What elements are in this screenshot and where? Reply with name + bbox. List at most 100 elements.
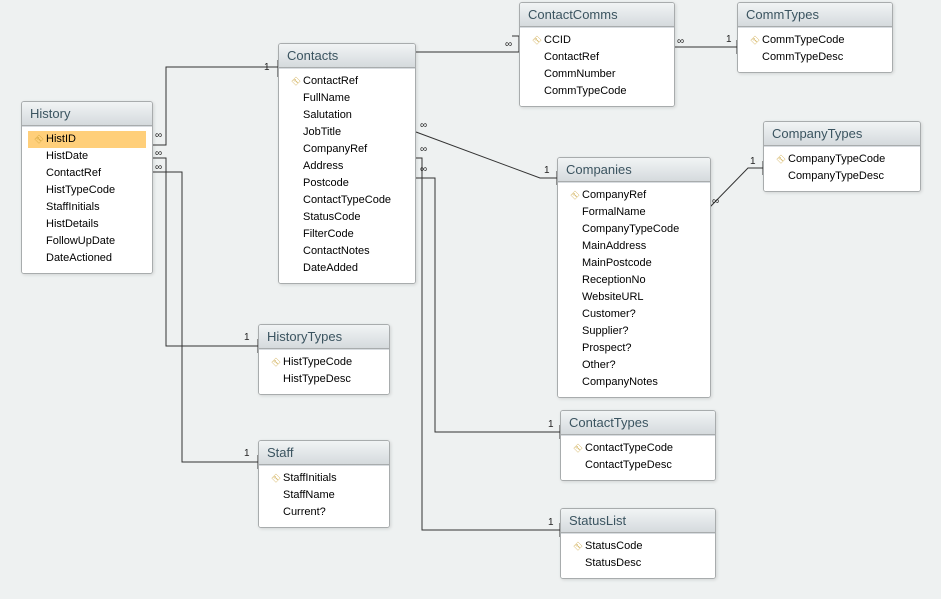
field-list: ⚿CompanyRefFormalNameCompanyTypeCodeMain… (558, 182, 710, 397)
table-title: HistoryTypes (259, 325, 389, 349)
key-icon: ⚿ (32, 132, 46, 147)
table-commtypes[interactable]: CommTypes ⚿CommTypeCodeCommTypeDesc (737, 2, 893, 73)
field[interactable]: Customer? (564, 306, 704, 323)
field[interactable]: CommTypeDesc (744, 49, 886, 66)
field-list: ⚿CommTypeCodeCommTypeDesc (738, 27, 892, 72)
field[interactable]: FilterCode (285, 226, 409, 243)
table-statuslist[interactable]: StatusList ⚿StatusCodeStatusDesc (560, 508, 716, 579)
field-label: ContactTypeCode (585, 441, 707, 456)
card-many: ∞ (420, 120, 427, 131)
table-title: CommTypes (738, 3, 892, 27)
table-history[interactable]: History ⚿HistIDHistDateContactRefHistTyp… (21, 101, 153, 274)
field[interactable]: HistTypeDesc (265, 371, 383, 388)
table-historytypes[interactable]: HistoryTypes ⚿HistTypeCodeHistTypeDesc (258, 324, 390, 395)
pk-field[interactable]: ⚿CompanyRef (564, 187, 704, 204)
pk-field[interactable]: ⚿CommTypeCode (744, 32, 886, 49)
field-label: HistTypeCode (283, 355, 381, 370)
card-one: 1 (244, 332, 250, 343)
field-label: FormalName (582, 205, 702, 220)
field[interactable]: Other? (564, 357, 704, 374)
field-label: StaffInitials (46, 200, 144, 215)
pk-field[interactable]: ⚿StatusCode (567, 538, 709, 555)
field[interactable]: Current? (265, 504, 383, 521)
field[interactable]: Postcode (285, 175, 409, 192)
field[interactable]: WebsiteURL (564, 289, 704, 306)
field[interactable]: StaffInitials (28, 199, 146, 216)
field[interactable]: FormalName (564, 204, 704, 221)
table-staff[interactable]: Staff ⚿StaffInitialsStaffNameCurrent? (258, 440, 390, 528)
card-many: ∞ (677, 36, 684, 47)
field[interactable]: Address (285, 158, 409, 175)
field-label: Postcode (303, 176, 407, 191)
field-label: DateActioned (46, 251, 144, 266)
table-title: Staff (259, 441, 389, 465)
field-label: CompanyNotes (582, 375, 702, 390)
field-label: Prospect? (582, 341, 702, 356)
field[interactable]: HistDate (28, 148, 146, 165)
field-label: StaffInitials (283, 471, 381, 486)
field-label: CompanyTypeCode (582, 222, 702, 237)
table-title: CompanyTypes (764, 122, 920, 146)
field[interactable]: ContactTypeCode (285, 192, 409, 209)
field-label: ContactRef (46, 166, 144, 181)
pk-field[interactable]: ⚿HistTypeCode (265, 354, 383, 371)
table-companytypes[interactable]: CompanyTypes ⚿CompanyTypeCodeCompanyType… (763, 121, 921, 192)
card-one: 1 (544, 165, 550, 176)
field-label: DateAdded (303, 261, 407, 276)
field-list: ⚿StaffInitialsStaffNameCurrent? (259, 465, 389, 527)
field-label: FollowUpDate (46, 234, 144, 249)
field-list: ⚿CCIDContactRefCommNumberCommTypeCode (520, 27, 674, 106)
field[interactable]: StatusCode (285, 209, 409, 226)
table-contacttypes[interactable]: ContactTypes ⚿ContactTypeCodeContactType… (560, 410, 716, 481)
field[interactable]: CompanyTypeDesc (770, 168, 914, 185)
field-label: ContactTypeDesc (585, 458, 707, 473)
key-icon: ⚿ (269, 471, 283, 486)
field[interactable]: MainAddress (564, 238, 704, 255)
field[interactable]: DateAdded (285, 260, 409, 277)
field[interactable]: ReceptionNo (564, 272, 704, 289)
field-list: ⚿HistIDHistDateContactRefHistTypeCodeSta… (22, 126, 152, 273)
pk-field[interactable]: ⚿ContactTypeCode (567, 440, 709, 457)
table-title: Companies (558, 158, 710, 182)
key-icon: ⚿ (571, 539, 585, 554)
field[interactable]: ContactRef (28, 165, 146, 182)
pk-field[interactable]: ⚿CCID (526, 32, 668, 49)
field-label: Salutation (303, 108, 407, 123)
table-companies[interactable]: Companies ⚿CompanyRefFormalName CompanyTy… (557, 157, 711, 398)
field[interactable]: FullName (285, 90, 409, 107)
pk-field[interactable]: ⚿StaffInitials (265, 470, 383, 487)
table-contactcomms[interactable]: ContactComms ⚿CCIDContactRefCommNumberCo… (519, 2, 675, 107)
field[interactable]: CommNumber (526, 66, 668, 83)
field-label: Address (303, 159, 407, 174)
field[interactable]: Salutation (285, 107, 409, 124)
field[interactable]: MainPostcode (564, 255, 704, 272)
field[interactable]: CompanyTypeCode (564, 221, 704, 238)
field-label: StatusDesc (585, 556, 707, 571)
field[interactable]: StatusDesc (567, 555, 709, 572)
field[interactable]: JobTitle (285, 124, 409, 141)
field[interactable]: CommTypeCode (526, 83, 668, 100)
field[interactable]: FollowUpDate (28, 233, 146, 250)
field[interactable]: Supplier? (564, 323, 704, 340)
field[interactable]: CompanyNotes (564, 374, 704, 391)
card-one: 1 (548, 419, 554, 430)
field[interactable]: ContactRef (526, 49, 668, 66)
table-contacts[interactable]: Contacts ⚿ContactRefFullNameSalutationJo… (278, 43, 416, 284)
field[interactable]: CompanyRef (285, 141, 409, 158)
pk-field[interactable]: ⚿CompanyTypeCode (770, 151, 914, 168)
card-many: ∞ (420, 144, 427, 155)
field[interactable]: ContactNotes (285, 243, 409, 260)
field[interactable]: ContactTypeDesc (567, 457, 709, 474)
field-list: ⚿ContactTypeCodeContactTypeDesc (561, 435, 715, 480)
field[interactable]: HistTypeCode (28, 182, 146, 199)
pk-field[interactable]: ⚿ContactRef (285, 73, 409, 90)
field-label: WebsiteURL (582, 290, 702, 305)
table-title: History (22, 102, 152, 126)
field-label: CommTypeCode (762, 33, 884, 48)
field[interactable]: Prospect? (564, 340, 704, 357)
field[interactable]: DateActioned (28, 250, 146, 267)
field[interactable]: HistDetails (28, 216, 146, 233)
pk-field[interactable]: ⚿HistID (28, 131, 146, 148)
field[interactable]: StaffName (265, 487, 383, 504)
key-icon: ⚿ (774, 152, 788, 167)
